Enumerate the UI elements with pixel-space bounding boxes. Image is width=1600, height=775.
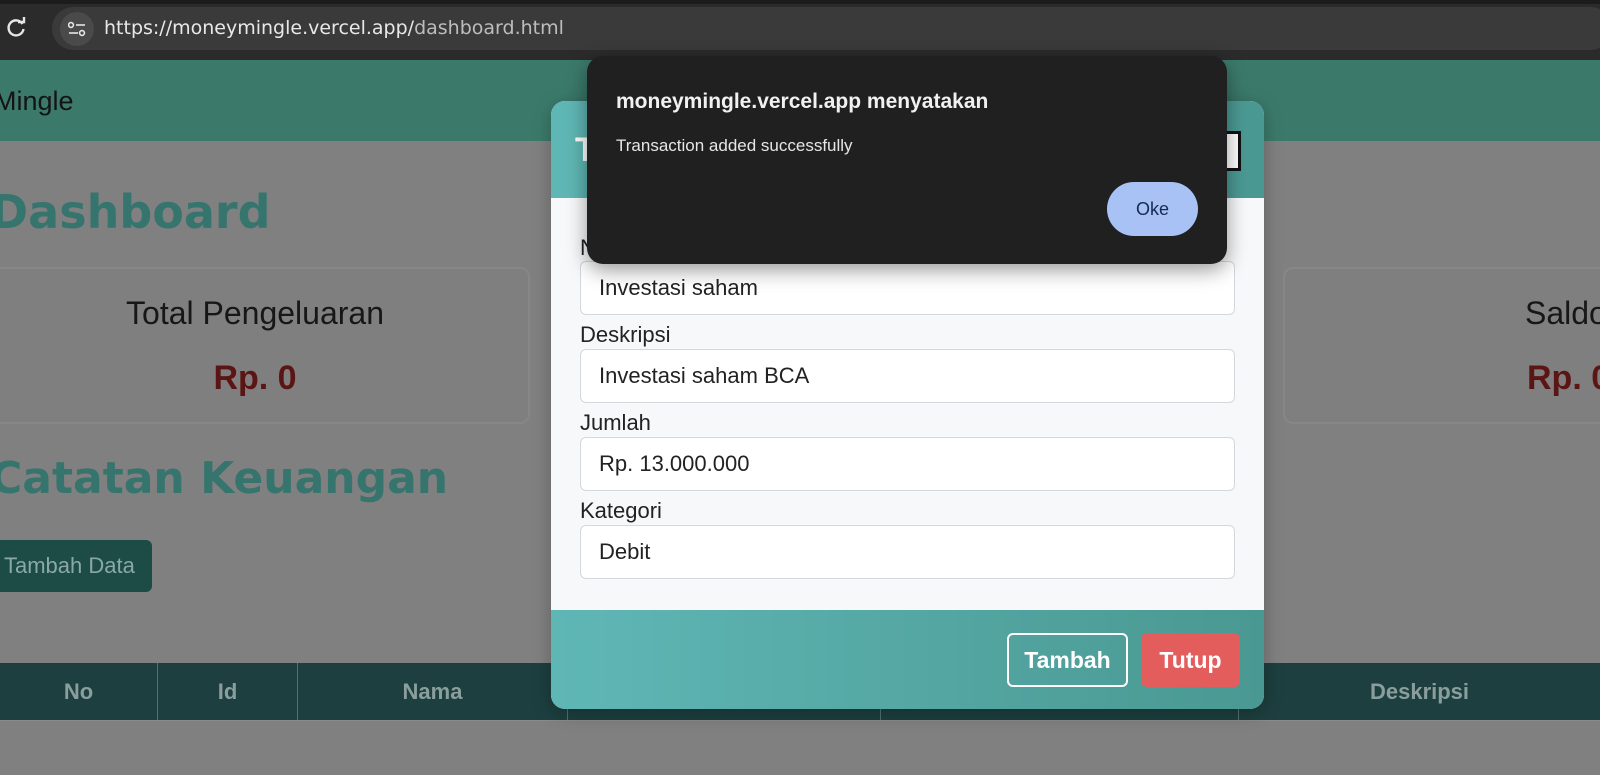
section-title: Catatan Keuangan <box>0 453 449 504</box>
column-header-id[interactable]: Id <box>158 663 298 720</box>
kategori-select[interactable]: Debit <box>580 525 1235 579</box>
nama-input[interactable]: Investasi saham <box>580 261 1235 315</box>
deskripsi-label: Deskripsi <box>580 322 671 347</box>
column-header-nama[interactable]: Nama <box>298 663 568 720</box>
kategori-label: Kategori <box>580 498 662 523</box>
card-title: Total Pengeluaran <box>126 295 384 331</box>
alert-title: moneymingle.vercel.app menyatakan <box>616 90 989 113</box>
tutup-button[interactable]: Tutup <box>1141 633 1240 687</box>
card-value: Rp. 0 <box>1527 359 1600 397</box>
column-header-deskripsi[interactable]: Deskripsi <box>1239 663 1600 720</box>
url-path: dashboard.html <box>414 17 564 39</box>
total-pengeluaran-card: Total Pengeluaran Rp. 0 <box>0 267 530 424</box>
tab-strip-edge <box>0 0 1600 4</box>
column-header-no[interactable]: No <box>0 663 158 720</box>
card-value: Rp. 0 <box>213 359 297 397</box>
url-text[interactable]: https://moneymingle.vercel.app/dashboard… <box>104 17 564 39</box>
jumlah-input[interactable]: Rp. 13.000.000 <box>580 437 1235 491</box>
site-settings-icon[interactable] <box>60 12 94 46</box>
deskripsi-input[interactable]: Investasi saham BCA <box>580 349 1235 403</box>
card-title: Saldo <box>1525 295 1600 331</box>
reload-icon[interactable] <box>4 16 28 40</box>
modal-footer: Tambah Tutup <box>551 610 1264 709</box>
alert-message: Transaction added successfully <box>616 136 853 155</box>
add-data-button[interactable]: Tambah Data <box>0 540 152 592</box>
table-divider <box>0 720 1600 721</box>
url-host: https://moneymingle.vercel.app/ <box>104 17 415 39</box>
brand-logo-text[interactable]: Mingle <box>0 86 74 117</box>
jumlah-label: Jumlah <box>580 410 651 435</box>
alert-ok-button[interactable]: Oke <box>1107 182 1198 236</box>
browser-alert-dialog: moneymingle.vercel.app menyatakan Transa… <box>587 56 1227 264</box>
tambah-button[interactable]: Tambah <box>1007 633 1128 687</box>
saldo-card: Saldo Rp. 0 <box>1283 267 1600 424</box>
address-bar[interactable]: https://moneymingle.vercel.app/dashboard… <box>52 7 1600 50</box>
page-title: Dashboard <box>0 185 271 239</box>
browser-toolbar: https://moneymingle.vercel.app/dashboard… <box>0 0 1600 60</box>
